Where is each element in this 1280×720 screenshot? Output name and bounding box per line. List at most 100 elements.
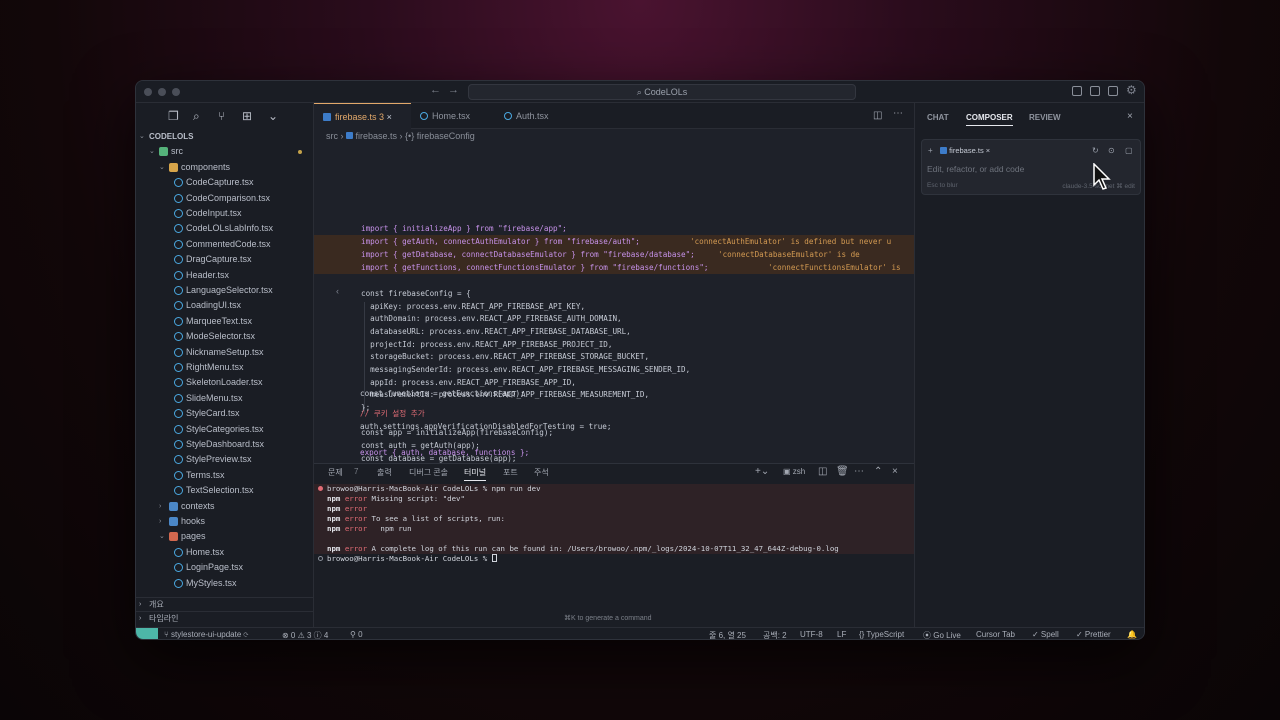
file-item[interactable]: CommentedCode.tsx (136, 237, 314, 252)
file-item[interactable]: CodeCapture.tsx (136, 175, 314, 190)
spell-status[interactable]: ✓ Spell (1032, 630, 1059, 639)
tab-problems[interactable]: 문제 (328, 467, 343, 478)
file-item[interactable]: StyleDashboard.tsx (136, 437, 314, 452)
context-chip[interactable]: firebase.ts × (940, 146, 990, 155)
tab-debug-console[interactable]: 디버그 콘솔 (409, 467, 448, 478)
back-arrow-icon[interactable]: ← (430, 84, 441, 96)
indentation-status[interactable]: 공백: 2 (763, 630, 787, 639)
outline-section[interactable]: › 개요 (136, 597, 314, 611)
cursor-tab-status[interactable]: Cursor Tab (976, 630, 1015, 639)
tree-item-label: SlideMenu.tsx (186, 392, 243, 403)
files-icon[interactable]: ❐ (168, 109, 179, 123)
react-file-icon (174, 409, 183, 419)
timeline-section[interactable]: › 타임라인 (136, 611, 314, 625)
terminal-panel[interactable]: 문제 7 출력 디버그 콘솔 터미널 포트 주석 +⌄ ▣ zsh ◫ 🗑 ⋯ … (314, 463, 914, 627)
tab-review[interactable]: REVIEW (1029, 113, 1061, 122)
tab-output[interactable]: 출력 (377, 467, 392, 478)
branch-icon: ⑂ (164, 630, 172, 639)
extensions-icon[interactable]: ⊞ (242, 109, 252, 123)
trash-icon[interactable]: 🗑 (836, 466, 849, 477)
history-icon[interactable]: ↻ (1092, 146, 1099, 155)
prettier-status[interactable]: ✓ Prettier (1076, 630, 1111, 639)
typescript-file-icon (940, 147, 947, 154)
close-panel-icon[interactable]: × (1127, 111, 1133, 122)
tab-composer[interactable]: COMPOSER (966, 113, 1013, 126)
notifications-bell-icon[interactable]: 🔔 (1127, 630, 1137, 639)
modified-dot (298, 150, 302, 155)
new-terminal-icon[interactable]: +⌄ (755, 466, 769, 477)
folder-components[interactable]: ⌄ components (136, 160, 314, 175)
file-item[interactable]: StylePreview.tsx (136, 452, 314, 467)
composer-input[interactable]: Edit, refactor, or add code (927, 164, 1024, 174)
terminal-shell-label[interactable]: ▣ zsh (783, 467, 805, 476)
workspace-root[interactable]: ⌄ CODELOLS (136, 129, 314, 144)
terminal-line: npm error A complete log of this run can… (327, 544, 839, 553)
remote-indicator[interactable] (136, 628, 158, 639)
file-item[interactable]: Header.tsx (136, 268, 314, 283)
file-item[interactable]: StyleCategories.tsx (136, 422, 314, 437)
file-item[interactable]: LoadingUI.tsx (136, 298, 314, 313)
settings-gear-icon[interactable]: ⚙ (1126, 83, 1137, 97)
branch-status[interactable]: ⑂ stylestore-ui-update ⟳ (164, 630, 248, 639)
react-file-icon (174, 470, 183, 480)
chevron-down-icon: ⌄ (159, 163, 165, 171)
chevron-down-icon[interactable]: ⌄ (268, 109, 278, 123)
file-item[interactable]: NicknameSetup.tsx (136, 345, 314, 360)
react-file-icon (174, 563, 183, 573)
file-item[interactable]: CodeComparison.tsx (136, 191, 314, 206)
file-item[interactable]: ModeSelector.tsx (136, 329, 314, 344)
chevron-down-icon: ⌄ (159, 533, 165, 541)
toggle-secondary-sidebar-icon[interactable] (1108, 86, 1118, 96)
settings-icon[interactable]: ⊙ (1108, 146, 1115, 155)
split-terminal-icon[interactable]: ◫ (818, 466, 827, 477)
ports-status[interactable]: ⚲ 0 (350, 630, 363, 639)
tab-chat[interactable]: CHAT (927, 113, 949, 122)
expand-icon[interactable]: ▢ (1125, 146, 1133, 155)
folder-contexts[interactable]: › contexts (136, 499, 314, 514)
file-item[interactable]: CodeInput.tsx (136, 206, 314, 221)
forward-arrow-icon[interactable]: → (448, 84, 459, 96)
file-item[interactable]: LanguageSelector.tsx (136, 283, 314, 298)
sync-icon[interactable]: ⟳ (244, 630, 249, 639)
maximize-panel-icon[interactable]: ⌃ (874, 466, 882, 477)
file-item[interactable]: StyleCard.tsx (136, 406, 314, 421)
add-context-icon[interactable]: + (928, 146, 933, 155)
go-live-button[interactable]: ⦿ Go Live (923, 630, 961, 639)
file-item[interactable]: SkeletonLoader.tsx (136, 375, 314, 390)
file-item[interactable]: DragCapture.tsx (136, 252, 314, 267)
encoding-status[interactable]: UTF-8 (800, 630, 823, 639)
file-item[interactable]: SlideMenu.tsx (136, 391, 314, 406)
minimize-window-button[interactable] (158, 88, 166, 96)
zoom-window-button[interactable] (172, 88, 180, 96)
cursor-position[interactable]: 줄 6, 열 25 (709, 630, 746, 639)
search-icon[interactable]: ⌕ (193, 109, 200, 124)
command-center-search[interactable]: ⌕ CodeLOLs (468, 84, 856, 100)
language-status[interactable]: {} TypeScript (859, 630, 904, 639)
problems-status[interactable]: ⊗ 0 ⚠ 3 ⓘ 4 (282, 630, 328, 639)
file-item[interactable]: TextSelection.tsx (136, 483, 314, 498)
file-item[interactable]: MyStyles.tsx (136, 576, 314, 591)
terminal-prompt[interactable]: browoo@Harris-MacBook-Air CodeLOLs % (327, 554, 497, 564)
terminal-line: browoo@Harris-MacBook-Air CodeLOLs % npm… (327, 484, 541, 493)
file-item[interactable]: RightMenu.tsx (136, 360, 314, 375)
tab-comments[interactable]: 주석 (534, 467, 549, 478)
more-icon[interactable]: ⋯ (854, 466, 864, 477)
source-control-icon[interactable]: ⑂ (218, 109, 225, 123)
tab-terminal[interactable]: 터미널 (464, 467, 487, 481)
eol-status[interactable]: LF (837, 630, 846, 639)
toggle-panel-icon[interactable] (1090, 86, 1100, 96)
folder-src[interactable]: ⌄ src (136, 144, 314, 159)
file-item[interactable]: Terms.tsx (136, 468, 314, 483)
react-file-icon (174, 255, 183, 265)
tab-ports[interactable]: 포트 (503, 467, 518, 478)
file-item[interactable]: MarqueeText.tsx (136, 314, 314, 329)
folder-pages[interactable]: ⌄ pages (136, 529, 314, 544)
folder-hooks[interactable]: › hooks (136, 514, 314, 529)
file-item[interactable]: CodeLOLsLabInfo.tsx (136, 221, 314, 236)
file-item[interactable]: LoginPage.tsx (136, 560, 314, 575)
close-window-button[interactable] (144, 88, 152, 96)
remove-chip-icon[interactable]: × (986, 146, 990, 155)
toggle-sidebar-icon[interactable] (1072, 86, 1082, 96)
close-panel-icon[interactable]: × (892, 466, 898, 477)
file-item[interactable]: Home.tsx (136, 545, 314, 560)
